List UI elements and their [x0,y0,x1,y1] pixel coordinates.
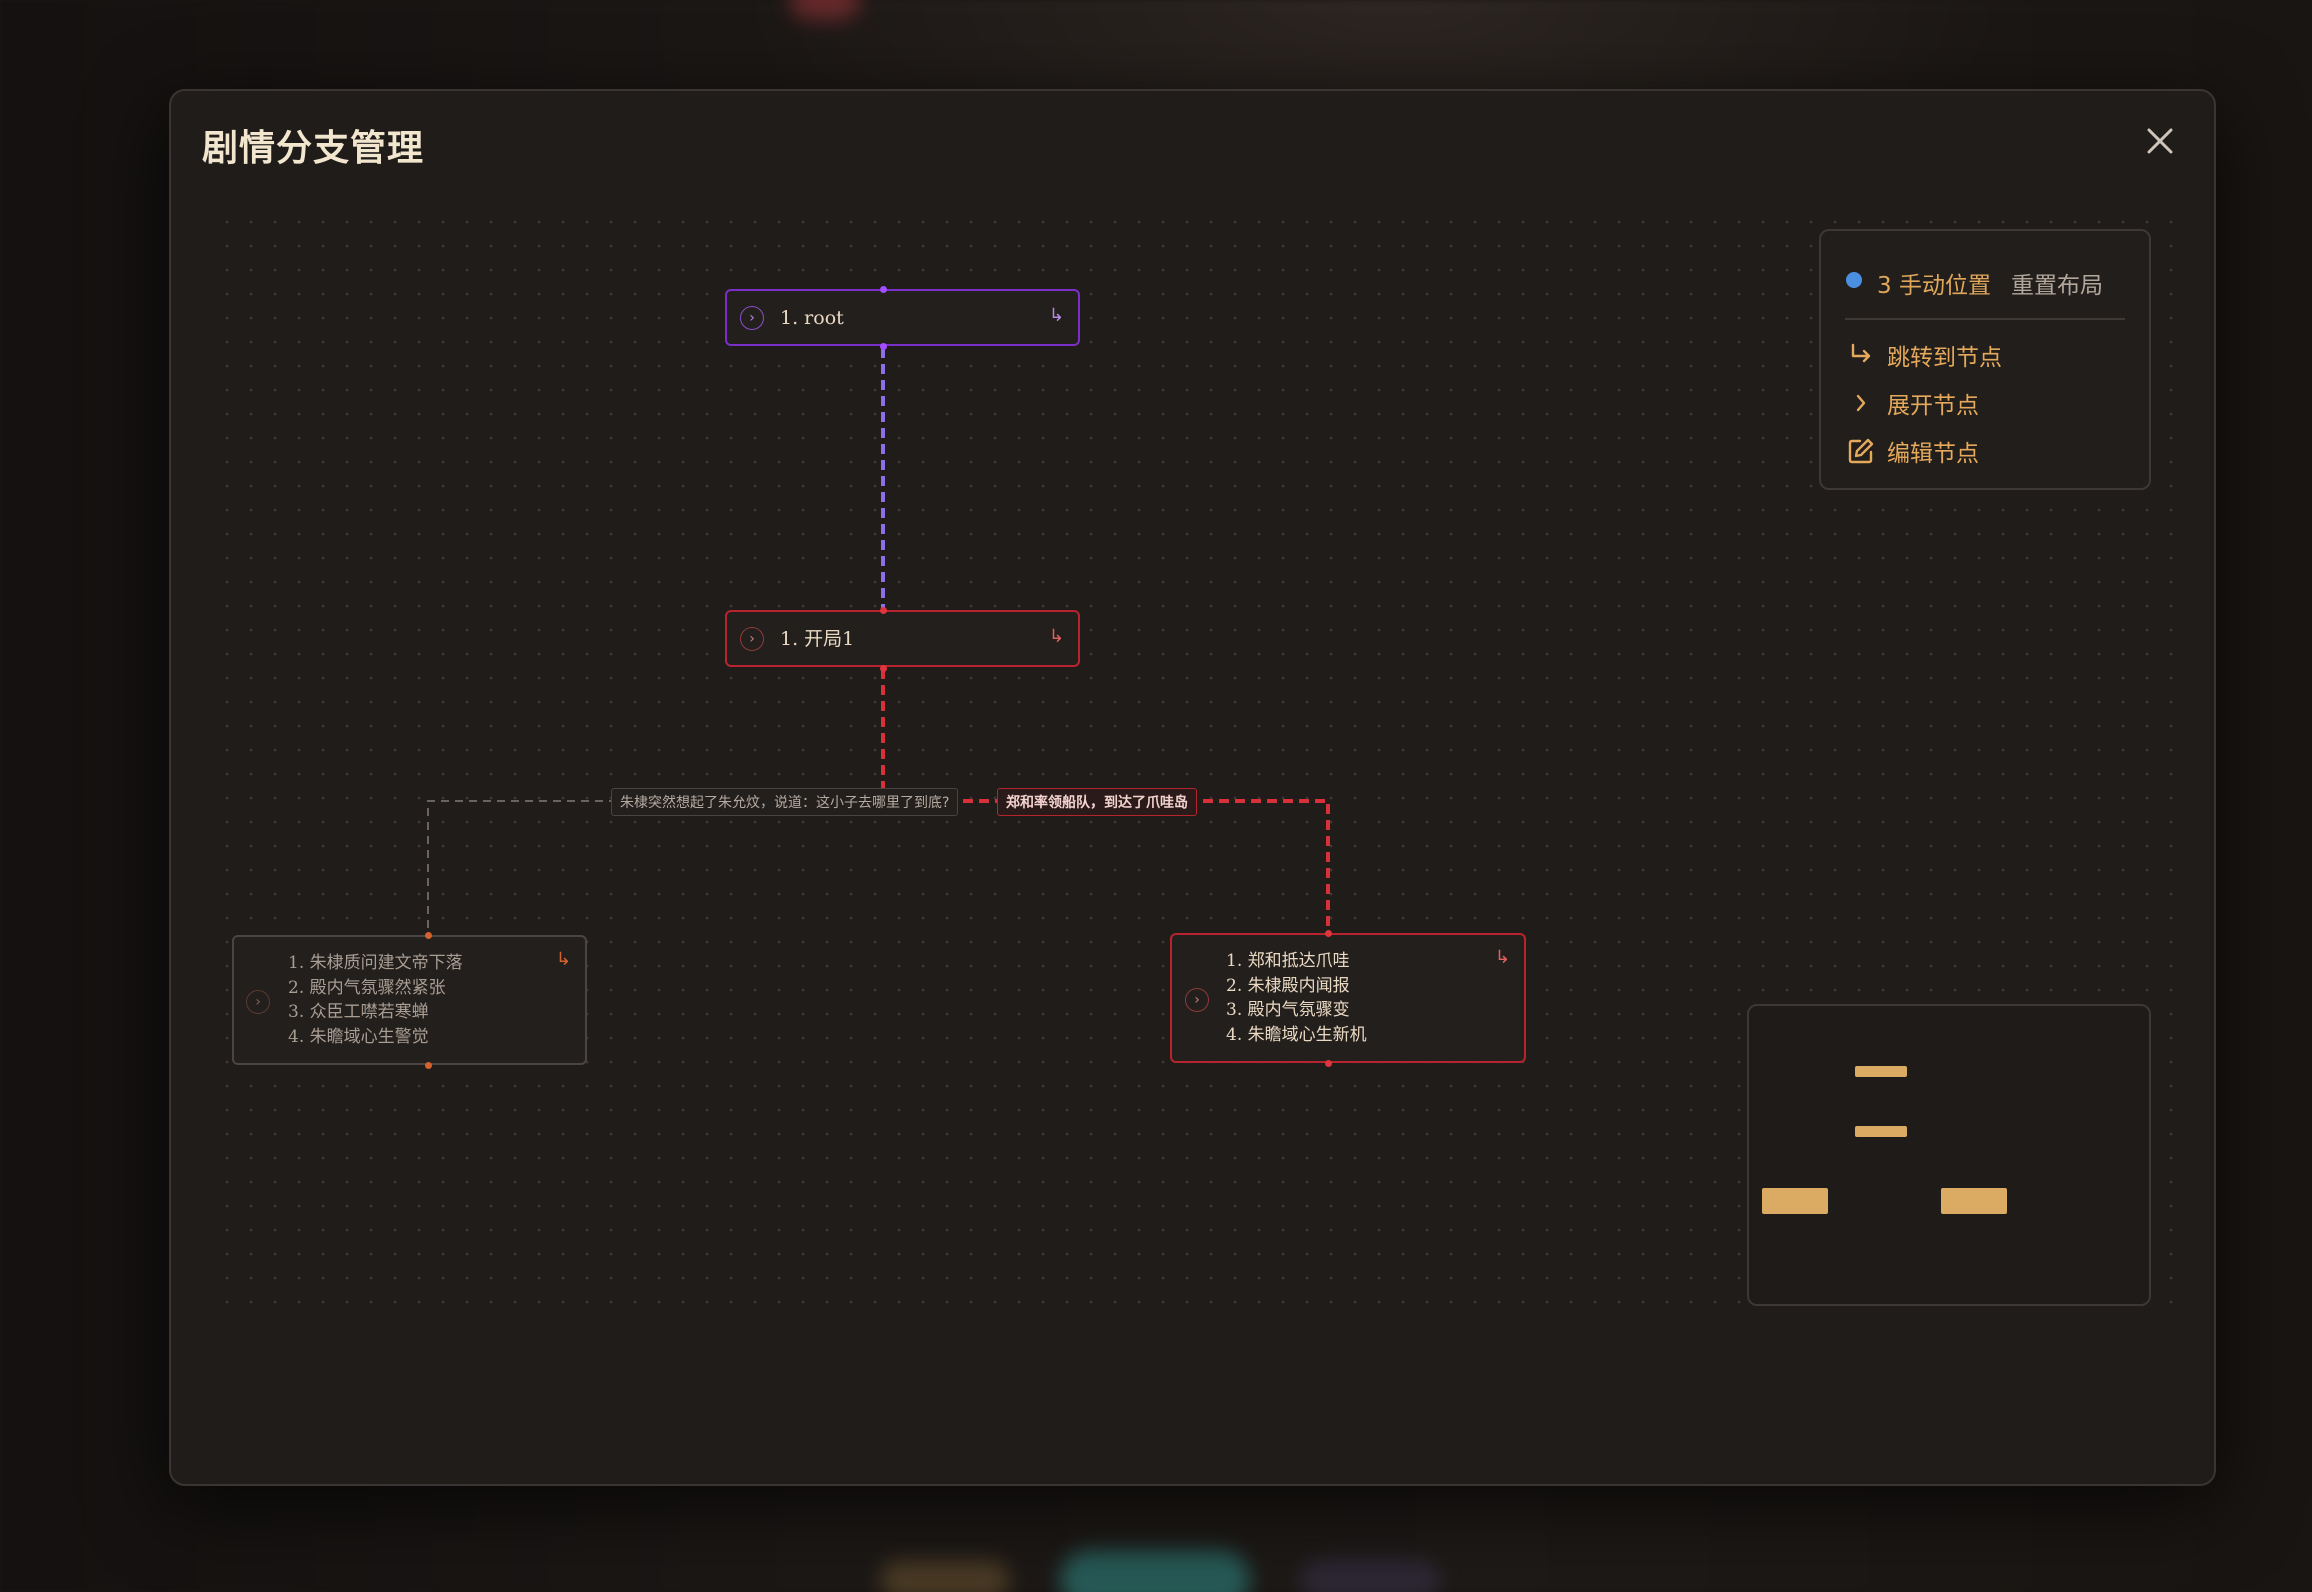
list-item: 3. 众臣工噤若寒蝉 [288,1002,429,1022]
port-left-top [425,932,432,939]
minimap-node-left [1762,1188,1828,1214]
jump-to-node-icon[interactable]: ↳ [556,949,571,970]
chevron-right-icon: › [1194,992,1200,1008]
jump-to-node-icon[interactable]: ↳ [1049,305,1064,326]
minimap-node-root [1855,1066,1907,1077]
bg-pill-teal [1060,1550,1250,1592]
legend-divider [1845,318,2125,320]
port-root-bottom [880,343,887,350]
legend-label: 编辑节点 [1887,441,1979,467]
node-opening[interactable]: › 1. 开局1 ↳ [725,610,1080,667]
bg-pill-gold [880,1560,1010,1592]
node-label: 1. root [780,307,844,329]
node-step-list: 1. 郑和抵达爪哇 2. 朱棣殿内闻报 3. 殿内气氛骤变 4. 朱瞻域心生新机 [1226,949,1367,1047]
list-item: 1. 朱棣质问建文帝下落 [288,953,463,973]
chevron-right-icon: › [749,631,755,647]
expand-node-button[interactable]: › [1185,988,1209,1012]
modal-title: 剧情分支管理 [202,127,425,169]
expand-node-button[interactable]: › [740,627,764,651]
expand-node-button[interactable]: › [246,990,270,1014]
bg-pill-red [790,0,860,20]
node-branch-right[interactable]: › 1. 郑和抵达爪哇 2. 朱棣殿内闻报 3. 殿内气氛骤变 4. 朱瞻域心生… [1170,933,1526,1063]
edge-label-left[interactable]: 朱棣突然想起了朱允炆，说道：这小子去哪里了到底? [611,788,959,816]
node-root[interactable]: › 1. root ↳ [725,289,1080,346]
list-item: 1. 郑和抵达爪哇 [1226,951,1350,971]
edge-to-left-branch [427,800,883,934]
chevron-right-icon: › [749,310,755,326]
minimap-node-opening [1855,1126,1907,1137]
port-opening-bottom [880,665,887,672]
node-branch-left[interactable]: › 1. 朱棣质问建文帝下落 2. 殿内气氛骤然紧张 3. 众臣工噤若寒蝉 4.… [232,935,587,1065]
story-branch-modal: 剧情分支管理 › 1. root ↳ › 1. 开局1 ↳ 朱棣突然想起了朱允炆… [169,89,2216,1486]
bg-pill-purple [1300,1560,1440,1592]
list-item: 4. 朱瞻域心生新机 [1226,1024,1367,1045]
close-icon [2147,128,2173,154]
edge-label-right[interactable]: 郑和率领船队，到达了爪哇岛 [997,788,1197,816]
node-label: 1. 开局1 [780,628,855,650]
legend-row-edit: 编辑节点 [1845,433,1979,469]
port-opening-top [880,607,887,614]
list-item: 2. 朱棣殿内闻报 [1226,975,1350,996]
list-item: 2. 殿内气氛骤然紧张 [288,977,446,998]
jump-arrow-icon [1845,339,1877,371]
node-step-list: 1. 朱棣质问建文帝下落 2. 殿内气氛骤然紧张 3. 众臣工噤若寒蝉 4. 朱… [288,951,463,1049]
chevron-right-icon: › [255,994,261,1010]
list-item: 3. 殿内气氛骤变 [1226,1000,1350,1020]
legend-row-expand: 展开节点 [1845,385,1979,421]
port-right-top [1325,930,1332,937]
legend-panel: 3 手动位置 重置布局 跳转到节点 展开节点 编辑节点 [1819,229,2151,490]
manual-position-dot [1846,272,1862,288]
port-right-bottom [1325,1060,1332,1067]
reset-layout-button[interactable]: 重置布局 [2011,266,2103,300]
legend-label: 跳转到节点 [1887,345,2002,371]
legend-label: 展开节点 [1887,393,1979,419]
port-root-top [880,286,887,293]
manual-position-count: 3 手动位置 [1877,273,1991,299]
legend-row-jump: 跳转到节点 [1845,337,2002,373]
expand-node-button[interactable]: › [740,306,764,330]
chevron-right-icon [1845,387,1877,419]
edge-to-right-branch [883,799,1330,932]
minimap-node-right [1941,1188,2007,1214]
jump-to-node-icon[interactable]: ↳ [1049,626,1064,647]
close-button[interactable] [2140,121,2180,161]
list-item: 4. 朱瞻域心生警觉 [288,1026,429,1047]
port-left-bottom [425,1062,432,1069]
edit-icon [1845,435,1877,467]
graph-minimap[interactable] [1747,1004,2151,1306]
jump-to-node-icon[interactable]: ↳ [1495,947,1510,968]
